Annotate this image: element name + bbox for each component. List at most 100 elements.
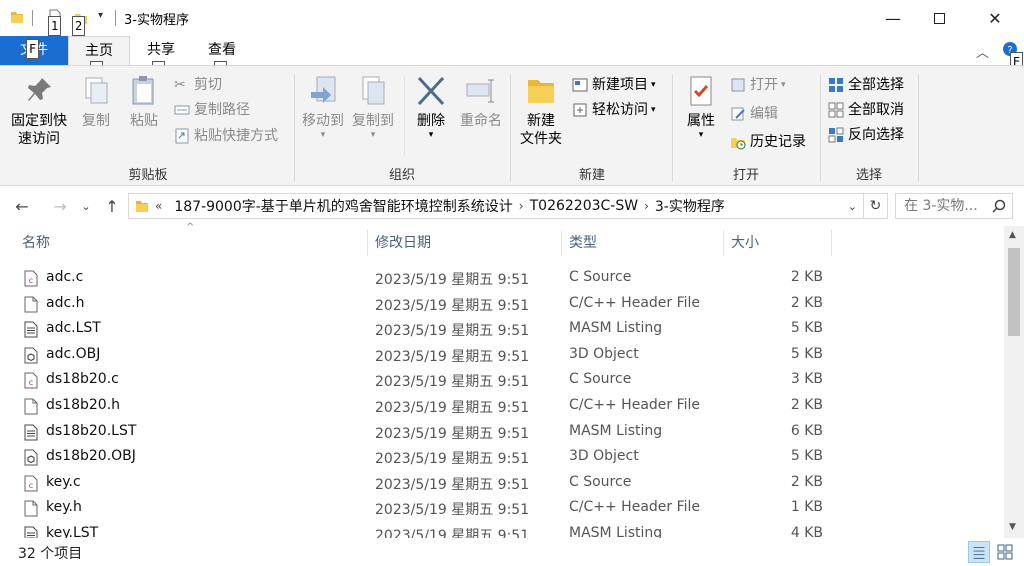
open-button[interactable]: 打开 ▾ xyxy=(730,74,786,96)
pin-quick-access-button[interactable]: 固定到快 速访问 xyxy=(6,74,72,148)
copy-path-button[interactable]: 复制路径 xyxy=(174,99,250,121)
recent-locations-button[interactable]: ⌄ xyxy=(76,196,96,216)
move-to-button[interactable]: 移动到 ▾ xyxy=(298,74,348,140)
cut-button[interactable]: ✂ 剪切 xyxy=(174,74,222,96)
properties-button[interactable]: 属性 ▾ xyxy=(678,74,724,140)
file-date: 2023/5/19 星期五 9:51 xyxy=(375,528,530,538)
file-list: c adc.c 2023/5/19 星期五 9:51 C Source 2 KB adc.… xyxy=(0,266,1004,538)
copy-path-icon xyxy=(174,105,190,115)
minimize-button[interactable]: — xyxy=(870,0,916,36)
breadcrumb-item[interactable]: T0262203C-SW xyxy=(530,198,638,214)
breadcrumb-item[interactable]: 187-9000字-基于单片机的鸡舍智能环境控制系统设计 xyxy=(174,196,512,216)
file-row[interactable]: ds18b20.h 2023/5/19 星期五 9:51 C/C++ Header … xyxy=(0,394,1004,420)
breadcrumb-separator-icon[interactable]: › xyxy=(644,199,649,213)
minimize-icon: — xyxy=(885,8,901,28)
folder-icon xyxy=(11,12,23,23)
file-date: 2023/5/19 星期五 9:51 xyxy=(375,323,530,340)
file-row[interactable]: c key.c 2023/5/19 星期五 9:51 C Source 2 KB xyxy=(0,471,1004,497)
file-date: 2023/5/19 星期五 9:51 xyxy=(375,425,530,442)
customize-qa-chevron-icon[interactable]: ▾ xyxy=(98,10,103,21)
header-file-icon xyxy=(24,296,38,313)
file-size: 1 KB xyxy=(790,499,823,516)
file-row[interactable]: adc.LST 2023/5/19 星期五 9:51 MASM Listing 5 K… xyxy=(0,317,1004,343)
vertical-scrollbar[interactable]: ▲ ▼ xyxy=(1004,226,1024,538)
open-icon xyxy=(731,78,745,92)
scroll-up-icon[interactable]: ▲ xyxy=(1009,230,1016,240)
window-title: 3-实物程序 xyxy=(124,13,189,28)
copy-button[interactable]: 复制 xyxy=(74,74,118,130)
file-row[interactable]: ds18b20.LST 2023/5/19 星期五 9:51 MASM Listin… xyxy=(0,420,1004,446)
breadcrumb-item[interactable]: 3-实物程序 xyxy=(655,196,725,216)
edit-label: 编辑 xyxy=(750,106,778,122)
file-row[interactable]: c adc.c 2023/5/19 星期五 9:51 C Source 2 KB xyxy=(0,266,1004,292)
forward-button[interactable]: → xyxy=(50,196,70,216)
breadcrumb-separator-icon[interactable]: › xyxy=(519,199,524,213)
group-label-open: 打开 xyxy=(732,168,759,183)
back-button[interactable]: ← xyxy=(12,196,32,216)
paste-button[interactable]: 粘贴 xyxy=(122,74,166,130)
copy-icon xyxy=(85,77,108,104)
column-divider[interactable] xyxy=(831,230,832,256)
address-bar[interactable]: « 187-9000字-基于单片机的鸡舍智能环境控制系统设计 › T026220… xyxy=(128,193,864,219)
column-header-date[interactable]: 修改日期 xyxy=(367,226,561,260)
file-date: 2023/5/19 星期五 9:51 xyxy=(375,476,530,493)
paste-shortcut-button[interactable]: 粘贴快捷方式 xyxy=(174,125,278,147)
file-type: C Source xyxy=(569,371,632,388)
file-row[interactable]: key.LST 2023/5/19 星期五 9:51 MASM Listing 4 K… xyxy=(0,522,1004,538)
file-type: 3D Object xyxy=(569,448,639,465)
column-header-name[interactable]: 名称 xyxy=(14,226,368,260)
select-all-button[interactable]: 全部选择 xyxy=(828,74,904,96)
column-header-type[interactable]: 类型 xyxy=(561,226,723,260)
file-size: 2 KB xyxy=(790,294,823,311)
paste-label: 粘贴 xyxy=(130,113,158,129)
file-row[interactable]: c ds18b20.c 2023/5/19 星期五 9:51 C Source 3 KB xyxy=(0,368,1004,394)
file-row[interactable]: key.h 2023/5/19 星期五 9:51 C/C++ Header File… xyxy=(0,496,1004,522)
delete-button[interactable]: 删除 ▾ xyxy=(408,74,454,140)
easy-access-icon xyxy=(573,103,587,117)
maximize-button[interactable] xyxy=(916,0,962,36)
file-row[interactable]: adc.OBJ 2023/5/19 星期五 9:51 3D Object 5 KB xyxy=(0,343,1004,369)
file-date: 2023/5/19 星期五 9:51 xyxy=(375,374,530,391)
scroll-down-icon[interactable]: ▼ xyxy=(1009,522,1016,532)
file-size: 5 KB xyxy=(790,345,823,362)
title-bar: 1 2 ▾ 3-实物程序 — ✕ xyxy=(0,0,1024,36)
close-button[interactable]: ✕ xyxy=(972,0,1018,36)
search-input[interactable]: 在 3-实物... xyxy=(895,193,1013,219)
column-header: ^ 名称 修改日期 类型 大小 xyxy=(0,222,1004,260)
address-dropdown-icon[interactable]: ⌄ xyxy=(848,200,857,213)
file-size: 6 KB xyxy=(790,422,823,439)
file-type: 3D Object xyxy=(569,345,639,362)
new-item-button[interactable]: 新建项目 ▾ xyxy=(572,74,656,96)
easy-access-button[interactable]: 轻松访问 ▾ xyxy=(572,99,656,121)
invert-selection-button[interactable]: 反向选择 xyxy=(828,124,904,146)
file-name: ds18b20.h xyxy=(46,397,121,413)
edit-button[interactable]: 编辑 xyxy=(730,103,778,125)
details-view-icon[interactable] xyxy=(968,541,990,563)
new-folder-button[interactable]: 新建 文件夹 xyxy=(514,74,568,148)
file-name: key.LST xyxy=(46,525,99,538)
select-all-label: 全部选择 xyxy=(848,77,904,93)
large-icons-view-icon[interactable] xyxy=(994,541,1016,563)
refresh-button[interactable]: ↻ xyxy=(864,193,888,219)
easy-access-dropdown-icon: ▾ xyxy=(651,105,656,115)
scrollbar-thumb[interactable] xyxy=(1008,248,1020,336)
forward-arrow-icon: → xyxy=(53,196,67,216)
file-name: adc.h xyxy=(46,294,85,311)
select-none-button[interactable]: 全部取消 xyxy=(828,99,904,121)
copy-to-dropdown-icon: ▾ xyxy=(370,130,376,140)
collapse-ribbon-chevron-icon[interactable]: ︿ xyxy=(976,42,989,61)
file-type: MASM Listing xyxy=(569,320,663,337)
file-type: C/C++ Header File xyxy=(569,397,701,413)
invert-selection-label: 反向选择 xyxy=(848,127,904,143)
file-row[interactable]: adc.h 2023/5/19 星期五 9:51 C/C++ Header File… xyxy=(0,292,1004,318)
copy-to-button[interactable]: 复制到 ▾ xyxy=(348,74,398,140)
rename-button[interactable]: 重命名 xyxy=(456,74,506,130)
breadcrumb-overflow[interactable]: « xyxy=(155,199,162,213)
keytip-qa2: 2 xyxy=(72,16,86,36)
history-button[interactable]: 历史记录 xyxy=(730,131,806,153)
properties-icon xyxy=(690,76,712,106)
column-header-size[interactable]: 大小 xyxy=(723,226,831,260)
group-separator xyxy=(294,74,295,182)
up-button[interactable]: ↑ xyxy=(102,196,122,216)
file-row[interactable]: ds18b20.OBJ 2023/5/19 星期五 9:51 3D Object 5 … xyxy=(0,445,1004,471)
